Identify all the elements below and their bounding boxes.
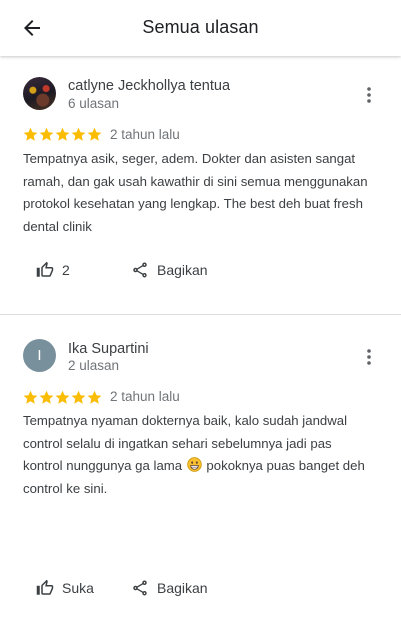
star-rating [23,390,102,406]
share-button[interactable]: Bagikan [131,576,208,600]
star-icon [39,127,54,141]
star-icon [55,390,70,404]
star-icon [87,390,102,404]
share-button[interactable]: Bagikan [131,258,208,282]
like-count: 2 [62,262,70,278]
star-icon [71,390,86,404]
share-label: Bagikan [157,262,208,278]
star-icon [23,390,38,404]
more-options-button[interactable] [361,85,377,105]
review-text: Tempatnya asik, seger, adem. Dokter dan … [23,151,368,234]
review-text: Tempatnya nyaman dokternya baik, kalo su… [23,410,373,500]
star-icon [55,127,70,141]
review-date: 2 tahun lalu [110,127,180,142]
more-vert-icon [367,349,371,365]
grinning-face-icon [187,457,202,472]
star-icon [71,127,86,141]
review-card: I Ika Supartini 2 ulasan 2 tahun lalu Te… [0,316,401,622]
star-icon [23,127,38,141]
like-button[interactable]: Suka [36,576,94,600]
reviewer-review-count: 2 ulasan [68,358,120,373]
avatar[interactable]: I [23,339,56,372]
review-card: catlyne Jeckhollya tentua 6 ulasan 2 tah… [0,56,401,315]
star-icon [39,390,54,404]
page-title: Semua ulasan [142,17,259,37]
more-vert-icon [367,87,371,103]
reviewer-name[interactable]: Ika Supartini [68,341,149,357]
star-rating [23,127,102,143]
share-label: Bagikan [157,580,208,596]
review-date: 2 tahun lalu [110,389,180,404]
star-icon [87,127,102,141]
share-icon [133,262,147,278]
avatar[interactable] [23,77,56,110]
app-header: Semua ulasan [0,0,401,56]
like-label: Suka [62,580,94,596]
like-button[interactable]: 2 [36,258,70,282]
reviewer-review-count: 6 ulasan [68,96,120,111]
reviewer-name[interactable]: catlyne Jeckhollya tentua [68,78,230,94]
share-icon [133,580,147,596]
thumb-up-icon [36,261,54,277]
more-options-button[interactable] [361,347,377,367]
thumb-up-icon [36,579,54,595]
